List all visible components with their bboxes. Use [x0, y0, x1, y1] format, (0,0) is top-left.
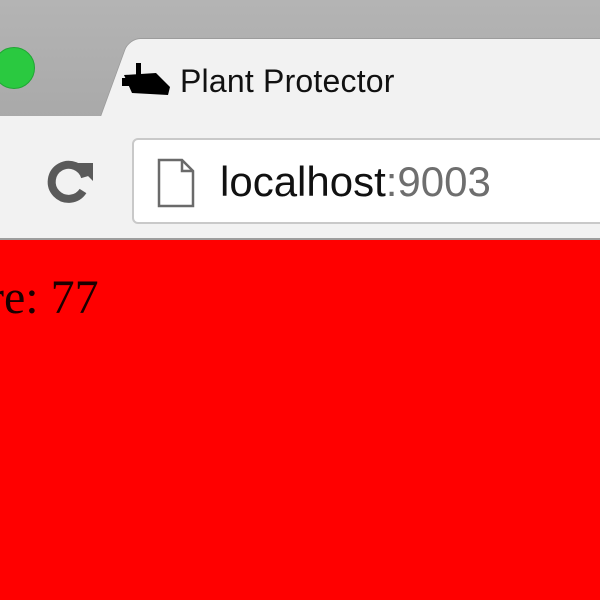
tab-title: Plant Protector — [180, 62, 395, 99]
url-text[interactable]: localhost:9003 — [220, 156, 491, 208]
moisture-reading: re: 77 — [0, 271, 99, 324]
url-host: localhost — [220, 158, 386, 205]
page-icon — [157, 158, 195, 208]
reload-button[interactable] — [38, 150, 100, 212]
url-port: :9003 — [385, 158, 491, 205]
security-camera-icon — [122, 63, 170, 95]
tab-label-group[interactable]: Plant Protector — [120, 50, 395, 112]
browser-window: Plant Protector localhost:9003 re: 77 — [0, 0, 600, 600]
reload-icon — [47, 160, 93, 203]
page-content: re: 77 — [0, 240, 600, 600]
